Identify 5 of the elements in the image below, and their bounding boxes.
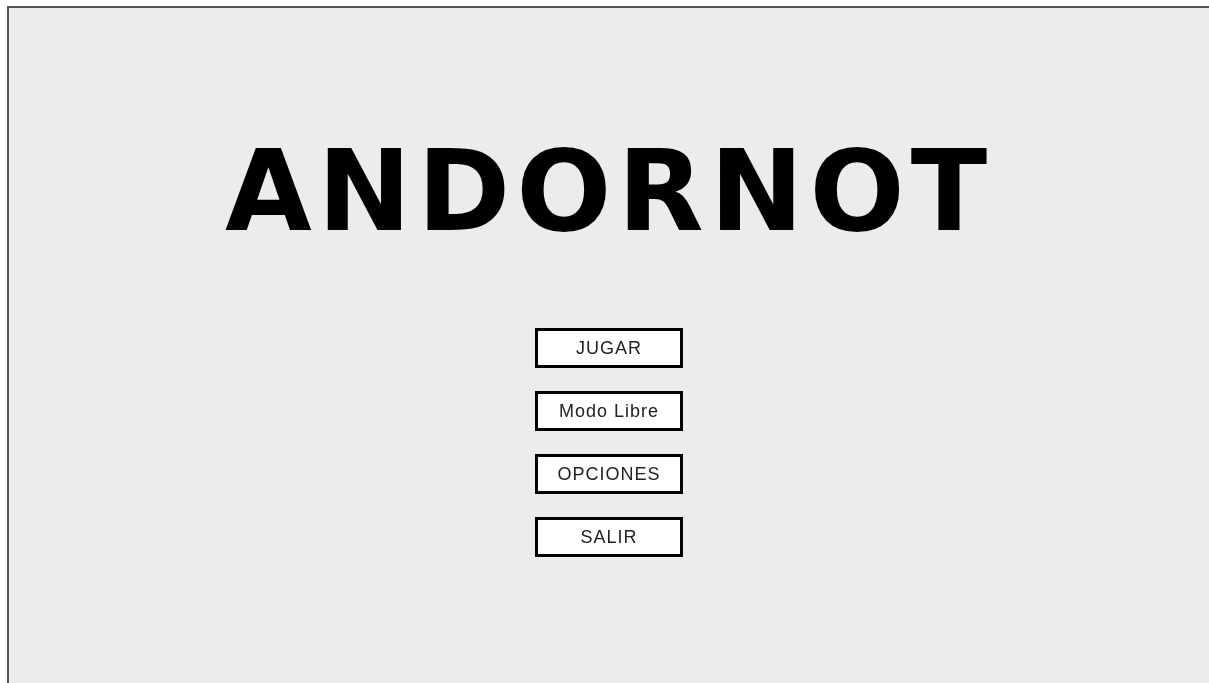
- game-title: ANDORNOT: [224, 141, 994, 241]
- menu-button[interactable]: SALIR: [535, 517, 683, 557]
- menu-button[interactable]: JUGAR: [535, 328, 683, 368]
- menu-button[interactable]: Modo Libre: [535, 391, 683, 431]
- menu-button[interactable]: OPCIONES: [535, 454, 683, 494]
